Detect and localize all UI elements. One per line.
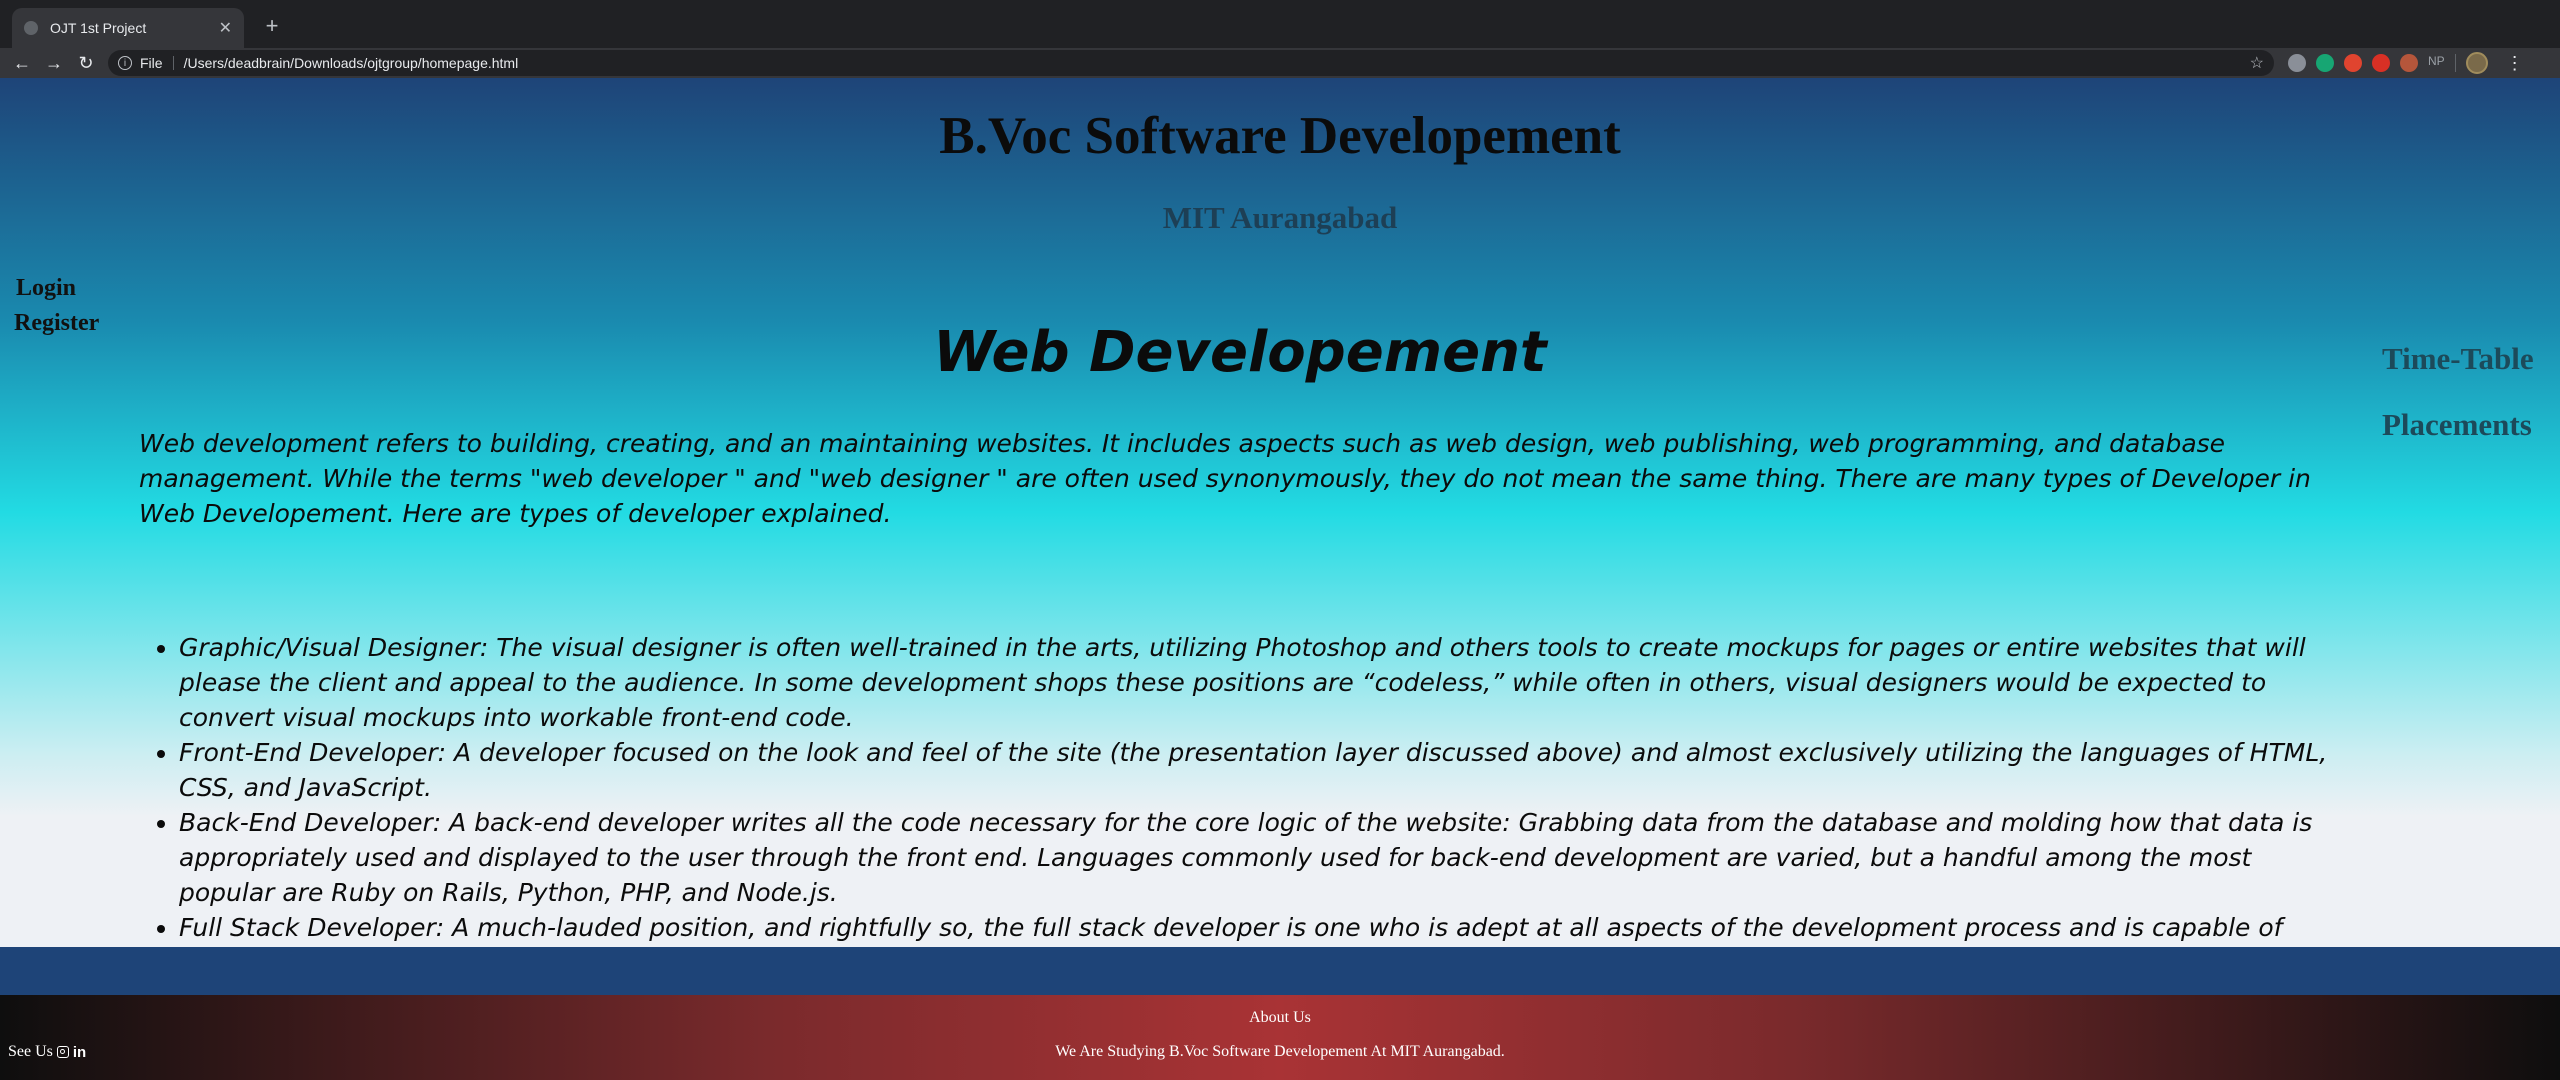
extension-icon[interactable] [2400,54,2418,72]
extension-icon[interactable] [2372,54,2390,72]
back-button[interactable]: ← [6,53,38,74]
address-bar[interactable]: i File /Users/deadbrain/Downloads/ojtgro… [108,50,2274,76]
scheme-label: File [140,55,163,71]
extension-icon[interactable] [2344,54,2362,72]
toolbar-divider [2454,54,2456,72]
grammarly-icon[interactable] [2316,54,2334,72]
extension-icon[interactable] [2288,54,2306,72]
url-text[interactable]: /Users/deadbrain/Downloads/ojtgroup/home… [184,55,2250,71]
bookmark-star-icon[interactable]: ☆ [2250,53,2264,73]
tab-title: OJT 1st Project [50,20,147,36]
extensions-area: NP ⋮ [2288,52,2524,74]
footer: About Us We Are Studying B.Voc Software … [0,995,2560,1080]
forward-button[interactable]: → [38,53,70,74]
social-links: See Us in [8,1043,86,1061]
web-page: B.Voc Software Developement MIT Aurangab… [0,78,2560,1080]
new-tab-button[interactable]: + [258,12,286,40]
developer-types-list: Graphic/Visual Designer: The visual desi… [139,630,2344,980]
content-title: Web Developement [933,320,1547,385]
list-item: Front-End Developer: A developer focused… [179,735,2344,805]
login-link[interactable]: Login [14,271,99,306]
about-us-heading: About Us [1249,1009,1311,1026]
np-extension-icon[interactable]: NP [2428,54,2445,72]
instagram-icon[interactable] [56,1046,69,1058]
reload-button[interactable]: ↻ [70,53,102,74]
list-item: Graphic/Visual Designer: The visual desi… [179,630,2344,735]
close-icon[interactable]: ✕ [219,18,232,38]
main-section: B.Voc Software Developement MIT Aurangab… [0,78,2560,977]
browser-tab[interactable]: OJT 1st Project ✕ [12,8,244,48]
see-us-label: See Us [8,1043,53,1060]
profile-avatar[interactable] [2465,52,2488,74]
site-title: B.Voc Software Developement [939,107,1621,165]
placements-link[interactable]: Placements [2382,392,2534,458]
omnibox-divider [172,56,174,70]
site-subtitle: MIT Aurangabad [1162,200,1398,235]
linkedin-icon[interactable]: in [73,1044,86,1061]
globe-icon [24,21,38,35]
browser-toolbar: ← → ↻ i File /Users/deadbrain/Downloads/… [0,48,2560,78]
info-icon[interactable]: i [118,56,132,70]
about-us-text: We Are Studying B.Voc Software Developem… [1055,1043,1505,1060]
footer-band [0,947,2560,995]
browser-menu-icon[interactable]: ⋮ [2506,53,2524,74]
browser-tabbar: OJT 1st Project ✕ + [0,0,2560,48]
list-item: Back-End Developer: A back-end developer… [179,805,2344,910]
intro-paragraph: Web development refers to building, crea… [139,429,2311,528]
